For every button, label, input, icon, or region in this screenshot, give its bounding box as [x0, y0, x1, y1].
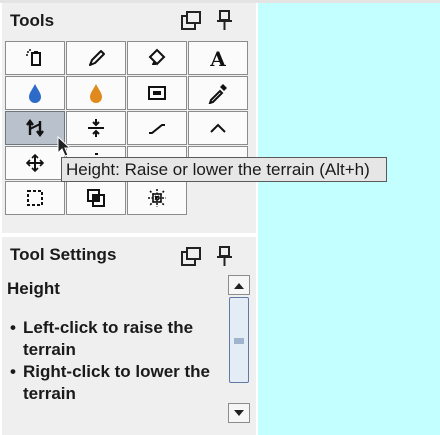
undock-icon[interactable] — [180, 10, 202, 32]
lava-drop-icon — [90, 84, 102, 103]
list-item: • Right-click to lower the terrain — [8, 361, 223, 405]
chevron-up-icon — [234, 282, 244, 289]
list-item-text: Left-click to raise the terrain — [23, 318, 194, 359]
height-tool-button[interactable] — [5, 111, 65, 145]
move-tool-button[interactable] — [5, 146, 65, 180]
stamp-tool-button[interactable] — [127, 76, 187, 110]
tool-settings-title: Tool Settings — [10, 245, 117, 264]
water-drop-icon — [29, 84, 41, 103]
text-tool-button[interactable]: A — [188, 41, 248, 75]
ramp-icon — [149, 124, 165, 134]
settings-scrollbar[interactable] — [228, 275, 250, 425]
scrollbar-track[interactable] — [228, 295, 250, 403]
text-icon: A — [209, 47, 226, 69]
pencil-tool-button[interactable] — [66, 41, 126, 75]
undock-icon[interactable] — [180, 246, 202, 268]
grip-icon — [234, 338, 244, 344]
move-icon — [25, 153, 45, 173]
stamp-icon — [148, 86, 166, 100]
bullet-dot: • — [10, 362, 16, 381]
pencil-icon — [89, 50, 105, 66]
svg-text:A: A — [209, 47, 226, 69]
tools-panel-title: Tools — [10, 11, 55, 30]
rectangle-select-tool-button[interactable] — [5, 181, 65, 215]
ramp-tool-button[interactable] — [127, 111, 187, 145]
scroll-down-button[interactable] — [228, 403, 250, 423]
paste-icon — [26, 49, 41, 66]
tool-settings-help-list: • Left-click to raise the terrain • Righ… — [8, 317, 223, 405]
map-viewport[interactable] — [258, 3, 440, 435]
eyedropper-icon — [208, 84, 227, 104]
eyedropper-tool-button[interactable] — [188, 76, 248, 110]
peak-icon — [210, 123, 226, 133]
rectangle-select-icon — [27, 190, 43, 206]
chevron-down-icon — [234, 409, 244, 416]
tool-settings-panel: Tool Settings Height • Left-click to rai… — [2, 237, 256, 435]
tools-panel-header: Tools — [2, 3, 256, 39]
flatten-icon — [88, 119, 104, 137]
tool-settings-header: Tool Settings — [2, 237, 256, 273]
water-tool-button[interactable] — [5, 76, 65, 110]
list-item-text: Right-click to lower the terrain — [23, 362, 211, 403]
flatten-tool-button[interactable] — [66, 111, 126, 145]
scroll-up-button[interactable] — [228, 275, 250, 295]
list-item: • Left-click to raise the terrain — [8, 317, 223, 361]
object-icon — [148, 189, 166, 207]
bullet-dot: • — [10, 318, 16, 337]
paste-tool-button[interactable] — [5, 41, 65, 75]
paint-bucket-icon — [148, 48, 166, 66]
pin-icon[interactable] — [214, 245, 236, 267]
peak-tool-button[interactable] — [188, 111, 248, 145]
scrollbar-thumb[interactable] — [229, 297, 249, 383]
clone-selection-icon — [87, 189, 105, 207]
clone-selection-tool-button[interactable] — [66, 181, 126, 215]
tool-settings-heading: Height — [7, 279, 60, 298]
height-icon — [26, 119, 44, 137]
tools-panel: Tools A — [2, 3, 256, 233]
pin-icon[interactable] — [214, 9, 236, 31]
fill-tool-button[interactable] — [127, 41, 187, 75]
object-tool-button[interactable] — [127, 181, 187, 215]
mouse-pointer-icon — [57, 136, 71, 158]
tool-tooltip: Height: Raise or lower the terrain (Alt+… — [61, 157, 387, 182]
lava-tool-button[interactable] — [66, 76, 126, 110]
